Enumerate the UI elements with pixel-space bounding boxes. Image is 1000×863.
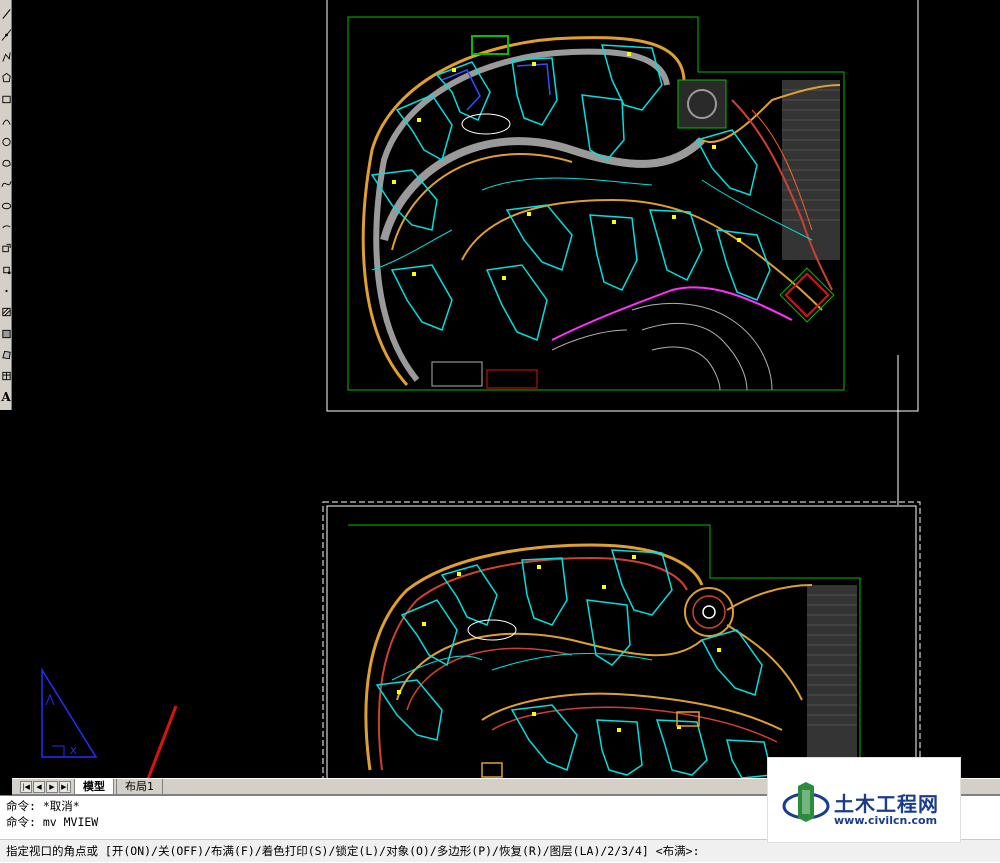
gradient-tool-button[interactable] <box>0 323 12 345</box>
upper-viewport[interactable] <box>347 16 845 391</box>
construction-line-tool-button[interactable] <box>0 24 12 46</box>
revision-cloud-tool-button[interactable] <box>0 152 12 174</box>
drawing-canvas[interactable]: X <box>12 0 1000 778</box>
region-tool-button[interactable] <box>0 344 12 366</box>
command-prompt[interactable]: 指定视口的角点或 [开(ON)/关(OFF)/布满(F)/着色打印(S)/锁定(… <box>6 843 700 859</box>
line-tool-button[interactable] <box>0 3 12 25</box>
construction-line-icon <box>1 29 11 42</box>
rectangle-icon <box>1 95 11 104</box>
table-tool-button[interactable] <box>0 365 12 387</box>
lower-viewport[interactable] <box>348 524 861 778</box>
autocad-window: A X |◀ ◀ ▶ ▶| 模型 布局1 命令: *取消* 命令: mv MVI… <box>0 0 1000 863</box>
polygon-tool-button[interactable] <box>0 67 12 89</box>
civilcn-logo-icon <box>782 782 830 822</box>
circle-icon <box>1 137 11 146</box>
line-icon <box>1 9 11 19</box>
spline-icon <box>0 181 12 188</box>
arc-tool-button[interactable] <box>0 110 12 132</box>
gradient-icon <box>1 329 11 338</box>
draw-toolbar: A <box>0 0 12 410</box>
rectangle-tool-button[interactable] <box>0 88 12 110</box>
command-history-line: 命令: *取消* <box>6 799 80 813</box>
ellipse-icon <box>1 202 11 209</box>
circle-tool-button[interactable] <box>0 131 12 153</box>
ellipse-tool-button[interactable] <box>0 195 12 217</box>
watermark-url: www.civilcn.com <box>834 814 938 827</box>
next-tab-button[interactable]: ▶ <box>46 781 58 793</box>
point-tool-button[interactable] <box>0 280 12 302</box>
site-watermark: 土木工程网 www.civilcn.com <box>767 757 961 843</box>
make-block-icon <box>2 266 11 274</box>
command-history-line: 命令: mv MVIEW <box>6 815 99 829</box>
watermark-title: 土木工程网 <box>834 792 939 816</box>
last-tab-button[interactable]: ▶| <box>59 781 71 793</box>
arc-icon <box>1 119 11 125</box>
layout-drawing: X <box>41 0 921 778</box>
table-icon <box>1 371 11 381</box>
hatch-tool-button[interactable] <box>0 301 12 323</box>
polygon-icon <box>1 72 11 83</box>
revision-cloud-icon <box>1 159 11 167</box>
make-block-tool-button[interactable] <box>0 259 12 281</box>
prev-tab-button[interactable]: ◀ <box>33 781 45 793</box>
polyline-tool-button[interactable] <box>0 46 12 68</box>
tab-model[interactable]: 模型 <box>74 779 114 795</box>
tab-layout1[interactable]: 布局1 <box>116 779 163 795</box>
multiline-text-tool-button[interactable]: A <box>0 386 12 408</box>
region-icon <box>1 350 11 359</box>
ucs-icon: X <box>41 667 98 758</box>
polyline-icon <box>1 51 11 62</box>
first-tab-button[interactable]: |◀ <box>20 781 32 793</box>
annotation-arrow <box>146 705 178 778</box>
point-icon <box>4 289 8 292</box>
multiline-text-icon: A <box>1 390 11 405</box>
hatch-icon <box>1 308 11 317</box>
spline-tool-button[interactable] <box>0 173 12 195</box>
insert-block-icon <box>1 244 11 253</box>
ellipse-arc-tool-button[interactable] <box>0 216 12 238</box>
ellipse-arc-icon <box>1 225 10 229</box>
svg-text:X: X <box>70 746 77 757</box>
insert-block-tool-button[interactable] <box>0 237 12 259</box>
